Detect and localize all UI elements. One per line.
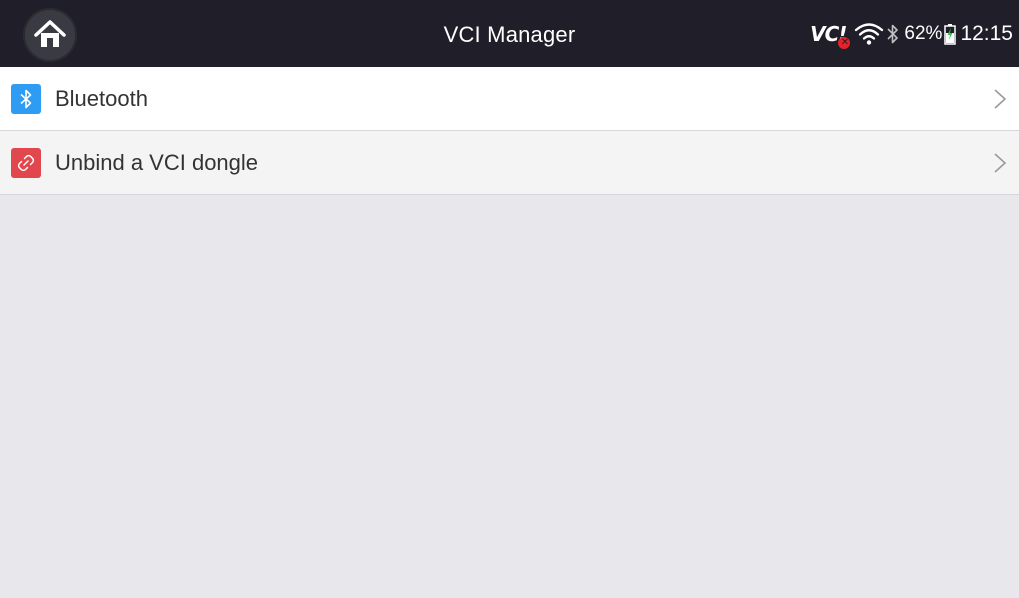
battery-percent: 62%	[904, 22, 943, 44]
list-item-unbind-vci[interactable]: Unbind a VCI dongle	[0, 131, 1019, 195]
list-item-label: Unbind a VCI dongle	[55, 149, 259, 175]
status-bar: VC! ✕ 62% 12:15	[810, 0, 1013, 67]
unlink-item-icon	[11, 147, 41, 178]
bluetooth-item-icon	[11, 83, 41, 114]
chevron-right-icon	[994, 88, 1007, 109]
bluetooth-icon	[20, 89, 32, 108]
unlink-icon	[17, 154, 35, 171]
list-item-bluetooth[interactable]: Bluetooth	[0, 67, 1019, 131]
wifi-icon	[855, 22, 884, 45]
battery-icon	[944, 23, 957, 45]
empty-content-area	[0, 195, 1019, 598]
vci-status-icon: VC! ✕	[810, 22, 851, 49]
bluetooth-icon	[887, 24, 899, 43]
clock: 12:15	[960, 21, 1013, 45]
settings-list: Bluetooth Unbind a VCI dongle	[0, 67, 1019, 195]
list-item-label: Bluetooth	[55, 85, 148, 111]
disconnected-badge-icon: ✕	[838, 36, 851, 49]
top-bar: VCI Manager VC! ✕ 62% 12:15	[0, 0, 1019, 67]
chevron-right-icon	[994, 152, 1007, 173]
